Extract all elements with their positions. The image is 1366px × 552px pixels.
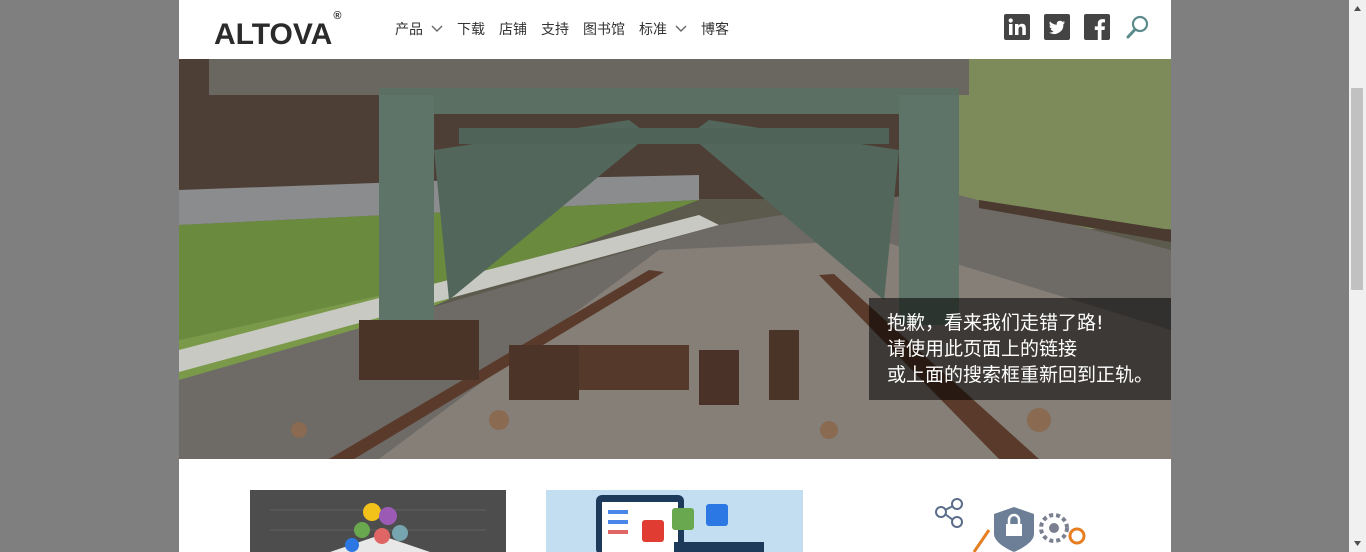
- nav-item-label: 图书馆: [583, 22, 625, 38]
- altova-logo[interactable]: ALTOVA®: [214, 10, 341, 51]
- nav-item-shop[interactable]: 店铺: [499, 19, 527, 39]
- caption-line-3: 或上面的搜索框重新回到正轨。: [887, 364, 1154, 386]
- hero-image: 抱歉，看来我们走错了路! 请使用此页面上的链接 或上面的搜索框重新回到正轨。: [179, 0, 1171, 459]
- apps-illustration: [250, 490, 506, 552]
- chevron-down-icon: [431, 25, 443, 32]
- nav-item-standards[interactable]: 标准: [639, 19, 687, 39]
- nav-item-label: 博客: [701, 22, 729, 38]
- page-container: 抱歉，看来我们走错了路! 请使用此页面上的链接 或上面的搜索框重新回到正轨。 A…: [179, 0, 1171, 552]
- caption-line-2: 请使用此页面上的链接: [887, 338, 1078, 360]
- site-header: ALTOVA® 产品 下载 店铺 支持 图书馆 标准 博客: [179, 0, 1171, 59]
- page-scrollbar[interactable]: [1349, 0, 1366, 552]
- nav-item-label: 支持: [541, 22, 569, 38]
- caption-line-1: 抱歉，看来我们走错了路!: [887, 312, 1104, 334]
- product-tile-1[interactable]: [250, 490, 506, 552]
- scroll-thumb[interactable]: [1351, 88, 1363, 290]
- nav-item-support[interactable]: 支持: [541, 19, 569, 39]
- logo-text: ALTOVA: [214, 18, 333, 51]
- nav-item-library[interactable]: 图书馆: [583, 19, 625, 39]
- linkedin-icon[interactable]: [1004, 14, 1030, 40]
- mobile-apps-illustration: [546, 490, 803, 552]
- error-caption: 抱歉，看来我们走错了路! 请使用此页面上的链接 或上面的搜索框重新回到正轨。: [869, 298, 1171, 400]
- product-tile-2[interactable]: [546, 490, 803, 552]
- twitter-icon[interactable]: [1044, 14, 1070, 40]
- product-tile-3[interactable]: [839, 490, 1109, 552]
- search-icon[interactable]: [1124, 13, 1152, 41]
- nav-item-products[interactable]: 产品: [395, 19, 443, 39]
- nav-item-label: 标准: [639, 22, 667, 38]
- chevron-down-icon: [675, 25, 687, 32]
- logo-registered-mark: ®: [333, 10, 342, 22]
- main-nav: 产品 下载 店铺 支持 图书馆 标准 博客: [395, 18, 743, 40]
- nav-item-label: 店铺: [499, 22, 527, 38]
- nav-item-blog[interactable]: 博客: [701, 19, 729, 39]
- scroll-down-arrow-icon[interactable]: [1349, 535, 1366, 552]
- facebook-icon[interactable]: [1084, 14, 1110, 40]
- scroll-up-arrow-icon[interactable]: [1349, 0, 1366, 17]
- security-illustration: [935, 498, 1086, 552]
- nav-item-label: 产品: [395, 22, 423, 38]
- nav-item-label: 下载: [457, 22, 485, 38]
- nav-item-download[interactable]: 下载: [457, 19, 485, 39]
